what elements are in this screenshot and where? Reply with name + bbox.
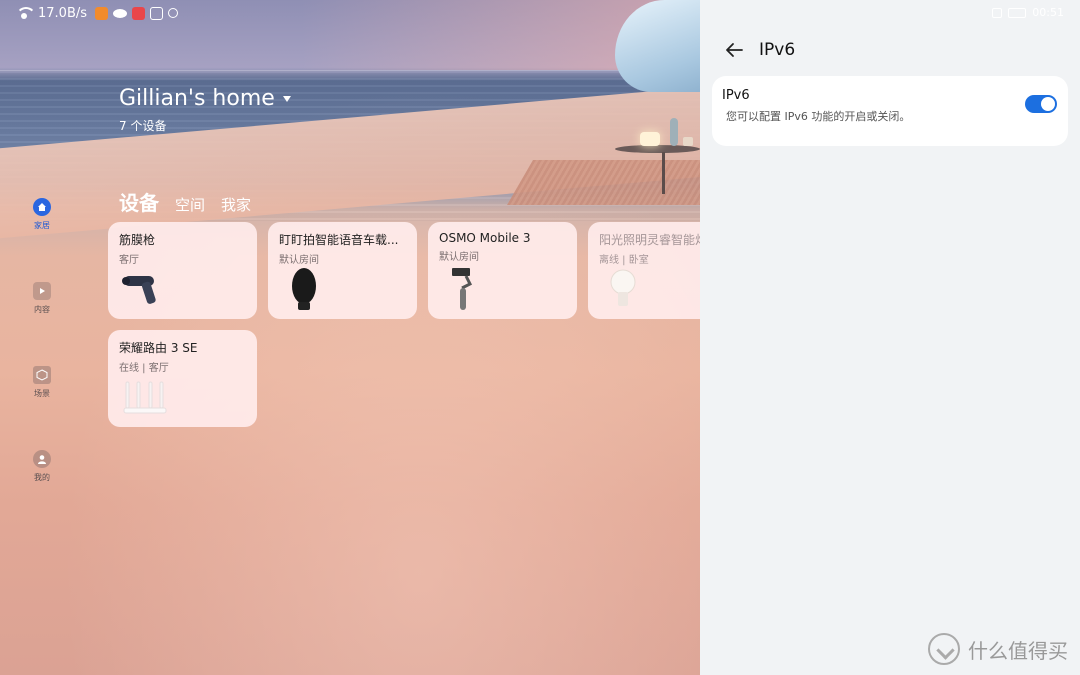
- massage-gun-icon: [122, 276, 156, 304]
- device-name: 荣耀路由 3 SE: [119, 341, 198, 355]
- dashcam-icon: [292, 268, 316, 310]
- nav-item-scenes[interactable]: 场景: [22, 366, 62, 399]
- play-icon: [33, 282, 51, 300]
- device-card-massage-gun[interactable]: 筋膜枪 客厅: [108, 222, 257, 319]
- ipv6-toggle[interactable]: [1025, 95, 1057, 113]
- nav-label-home: 家居: [34, 221, 50, 230]
- device-name: 阳光照明灵睿智能灯: [599, 233, 700, 247]
- device-status: 默认房间: [439, 252, 479, 263]
- tab-spaces[interactable]: 空间: [175, 194, 205, 215]
- device-status: 在线 | 客厅: [119, 363, 169, 374]
- status-bar: 17.0B/s: [0, 0, 700, 26]
- background-lamp: [640, 132, 660, 146]
- home-selector[interactable]: Gillian's home: [119, 86, 291, 111]
- device-name: 筋膜枪: [119, 233, 156, 247]
- background-cup: [683, 137, 693, 146]
- device-card-dashcam[interactable]: 盯盯拍智能语音车载... 默认房间: [268, 222, 417, 319]
- arrow-left-icon: [726, 43, 743, 57]
- device-card-gimbal[interactable]: OSMO Mobile 3 默认房间: [428, 222, 577, 319]
- battery-icon: [1008, 7, 1027, 18]
- nav-item-me[interactable]: 我的: [22, 450, 62, 483]
- device-status: 客厅: [119, 255, 139, 266]
- cloud-icon: [113, 8, 128, 18]
- chevron-down-icon: [282, 95, 291, 102]
- device-count: 7 个设备: [119, 119, 167, 133]
- watermark: 什么值得买: [928, 633, 1068, 665]
- image-icon: [150, 6, 164, 20]
- ipv6-setting-row: IPv6 您可以配置 IPv6 功能的开启或关闭。: [712, 76, 1068, 146]
- background-vase: [670, 118, 678, 146]
- network-speed: 17.0B/s: [38, 5, 88, 21]
- watermark-logo-icon: [928, 633, 960, 665]
- tab-devices[interactable]: 设备: [119, 187, 159, 216]
- toggle-knob: [1041, 97, 1055, 111]
- nav-item-content[interactable]: 内容: [22, 282, 62, 315]
- device-name: 盯盯拍智能语音车载...: [279, 233, 399, 247]
- setting-label: IPv6: [722, 88, 750, 103]
- device-card-router[interactable]: 荣耀路由 3 SE 在线 | 客厅: [108, 330, 257, 427]
- smart-home-app: 17.0B/s Gillian's home 7 个设备 设备 空间 我家 家居…: [0, 0, 700, 675]
- wifi-icon: [16, 7, 36, 19]
- cube-icon: [33, 366, 51, 384]
- vibrate-icon: [992, 7, 1003, 18]
- video-app-icon: [95, 6, 109, 20]
- ipv6-settings-panel: 00:51 IPv6 IPv6 您可以配置 IPv6 功能的开启或关闭。 什么值…: [700, 0, 1080, 675]
- nav-item-home[interactable]: 家居: [22, 198, 62, 231]
- watermark-text: 什么值得买: [968, 638, 1068, 663]
- home-icon: [33, 198, 51, 216]
- bulb-icon: [610, 269, 636, 306]
- mail-icon: [132, 6, 146, 20]
- panel-status-bar: 00:51: [992, 6, 1064, 19]
- home-tabs: 设备 空间 我家: [119, 187, 267, 216]
- nav-label-scenes: 场景: [34, 389, 50, 398]
- background-rug: [507, 160, 700, 205]
- setting-description: 您可以配置 IPv6 功能的开启或关闭。: [726, 110, 911, 123]
- clock: 00:51: [1032, 6, 1064, 19]
- settings-icon: [168, 8, 179, 18]
- tab-my-home[interactable]: 我家: [221, 194, 251, 215]
- device-card-smart-light[interactable]: 阳光照明灵睿智能灯 离线 | 卧室: [588, 222, 700, 319]
- gimbal-icon: [452, 268, 473, 310]
- nav-label-content: 内容: [34, 305, 50, 314]
- router-icon: [123, 381, 167, 414]
- page-title: IPv6: [759, 40, 796, 60]
- nav-label-me: 我的: [34, 473, 50, 482]
- user-icon: [33, 450, 51, 468]
- background-table-leg: [662, 152, 665, 194]
- device-status: 默认房间: [279, 255, 319, 266]
- home-title: Gillian's home: [119, 86, 275, 111]
- device-status: 离线 | 卧室: [599, 255, 649, 266]
- back-button[interactable]: [722, 38, 746, 62]
- background-table: [615, 145, 700, 153]
- device-name: OSMO Mobile 3: [439, 231, 531, 245]
